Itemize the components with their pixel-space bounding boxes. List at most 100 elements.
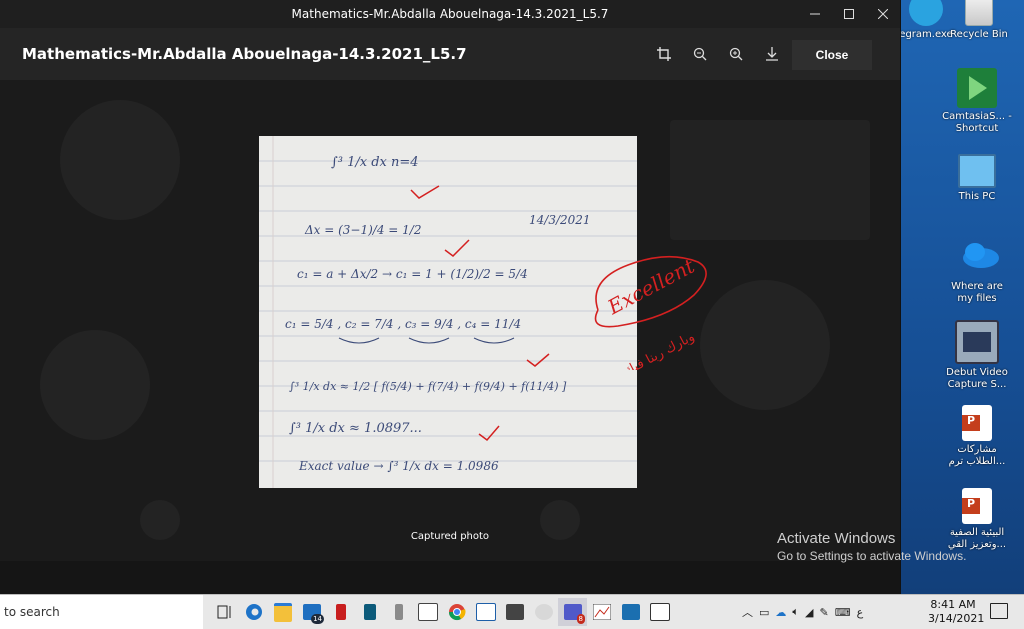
chart-app-icon [592, 604, 611, 620]
task-view-button[interactable] [210, 598, 239, 626]
volume-icon[interactable]: 🔈︎ [792, 605, 799, 619]
app-button[interactable] [326, 598, 355, 626]
chrome-button[interactable] [442, 598, 471, 626]
app-button[interactable] [645, 598, 674, 626]
crop-button[interactable] [650, 42, 678, 66]
background-shape [40, 330, 150, 440]
network-icon[interactable]: ◢ [805, 606, 813, 619]
mail-badge: 14 [311, 614, 324, 624]
photo-stage: ∫³ 1/x dx n=4 14/3/2021 Δx = (3−1)/4 = 1… [0, 80, 900, 594]
desktop-icon-label: مشاركات الطلاب ترم... [948, 444, 1006, 467]
camtasia-icon [957, 68, 997, 108]
edge-button[interactable] [239, 598, 268, 626]
background-shape [60, 100, 180, 220]
minimize-button[interactable] [798, 0, 832, 28]
download-button[interactable] [758, 42, 786, 66]
zoom-in-button[interactable] [722, 42, 750, 66]
keyboard-icon[interactable]: ⌨ [835, 606, 851, 619]
download-icon [766, 47, 778, 61]
powerpoint-icon: P [962, 488, 992, 524]
math-line-3: c₁ = a + Δx/2 → c₁ = 1 + (1/2)/2 = 5/4 [297, 267, 528, 281]
system-tray: ︿ ▭ ☁ 🔈︎ ◢ ✎ ⌨ ع [742, 595, 863, 629]
window-titlebar: Mathematics-Mr.Abdalla Abouelnaga-14.3.2… [0, 0, 900, 28]
close-window-button[interactable] [866, 0, 900, 28]
teams-button[interactable]: 8 [558, 598, 587, 626]
math-line-7: Exact value → ∫³ 1/x dx = 1.0986 [298, 459, 499, 473]
viewer-toolbar [650, 42, 786, 66]
crop-icon [657, 47, 671, 61]
desktop-icon-camtasia[interactable]: CamtasiaS... - Shortcut [942, 68, 1012, 135]
usb-drive-icon [394, 604, 403, 620]
zoom-in-icon [729, 47, 743, 61]
edge-icon [245, 604, 262, 620]
teams-badge: 8 [576, 614, 585, 624]
taskbar-clock[interactable]: 8:41 AM 3/14/2021 [928, 598, 984, 626]
book-icon [363, 604, 376, 620]
app-button[interactable] [413, 598, 442, 626]
desktop-icon-onedrive[interactable]: Where are my files [942, 238, 1012, 305]
desktop-icon-this-pc[interactable]: This PC [942, 154, 1012, 203]
onedrive-icon [957, 238, 999, 278]
zoom-out-icon [693, 47, 707, 61]
viewer-header: Mathematics-Mr.Abdalla Abouelnaga-14.3.2… [0, 28, 900, 80]
mail-button[interactable]: 14 [297, 598, 326, 626]
desktop-icon-label: This PC [958, 191, 996, 202]
app-button[interactable] [529, 598, 558, 626]
math-line-5: ∫³ 1/x dx ≈ 1/2 [ f(5/4) + f(7/4) + f(9/… [289, 380, 567, 393]
desktop-icon-ppt-1[interactable]: P مشاركات الطلاب ترم... [942, 405, 1012, 468]
battery-icon[interactable]: ▭ [759, 606, 769, 619]
recycle-bin-icon [965, 0, 993, 26]
zoom-out-button[interactable] [686, 42, 714, 66]
app-button[interactable] [587, 598, 616, 626]
this-pc-icon [958, 154, 996, 188]
pen-icon[interactable]: ✎ [819, 606, 828, 619]
show-hidden-icons-icon[interactable]: ︿ [742, 604, 753, 620]
teacher-annotation: Excellent وبارك ربنا فيك [594, 253, 707, 370]
maximize-icon [844, 9, 854, 19]
taskbar: to search 14 8 ︿ ▭ ☁ 🔈︎ ◢ ✎ ⌨ ع 8:41 AM … [0, 594, 1024, 629]
app-button[interactable] [471, 598, 500, 626]
math-line-1: ∫³ 1/x dx n=4 [331, 155, 419, 170]
paint-icon [534, 604, 553, 620]
taskbar-search[interactable]: to search [0, 595, 203, 629]
settings-app-icon [475, 603, 496, 621]
chrome-icon [448, 604, 466, 621]
close-button[interactable]: Close [792, 40, 872, 70]
app-button[interactable] [355, 598, 384, 626]
activate-windows-watermark: Activate Windows Go to Settings to activ… [777, 530, 966, 563]
input-language[interactable]: ع [857, 606, 864, 619]
math-line-6: ∫³ 1/x dx ≈ 1.0897... [289, 421, 422, 436]
handwritten-date: 14/3/2021 [529, 213, 591, 227]
window-controls [798, 0, 900, 28]
background-shape [670, 120, 870, 240]
viewer-bottom-strip [0, 561, 900, 594]
desktop-icon-debut[interactable]: Debut Video Capture S... [942, 320, 1012, 391]
whiteboard-icon [417, 603, 438, 621]
app-icon [335, 604, 346, 620]
math-line-2: Δx = (3−1)/4 = 1/2 [304, 223, 421, 237]
desktop-icon-recycle-bin[interactable]: Recycle Bin [944, 0, 1014, 41]
desktop-icon-label: Where are my files [951, 281, 1003, 304]
photo-viewer-window: Mathematics-Mr.Abdalla Abouelnaga-14.3.2… [0, 0, 901, 594]
task-view-icon [217, 605, 230, 619]
notification-center-icon[interactable] [990, 603, 1008, 619]
activate-title: Activate Windows [777, 530, 896, 547]
teacher-comment-english: Excellent [603, 253, 699, 319]
close-icon [878, 9, 888, 19]
store-button[interactable] [500, 598, 529, 626]
app-button[interactable] [616, 598, 645, 626]
powerpoint-icon: P [962, 405, 992, 441]
desktop: egram.exe Recycle Bin CamtasiaS... - Sho… [899, 0, 1024, 594]
file-explorer-button[interactable] [268, 598, 297, 626]
teacher-comment-arabic: وبارك ربنا فيك [621, 330, 697, 370]
onedrive-tray-icon[interactable]: ☁ [775, 606, 786, 619]
app-button[interactable] [384, 598, 413, 626]
activate-subtitle: Go to Settings to activate Windows. [777, 549, 967, 563]
minimize-icon [810, 13, 820, 15]
maximize-button[interactable] [832, 0, 866, 28]
desktop-icon-label: Recycle Bin [950, 29, 1008, 40]
desktop-icon-label: Debut Video Capture S... [946, 367, 1008, 390]
debut-video-icon [955, 320, 999, 364]
taskbar-apps: 14 8 [210, 598, 674, 626]
document-title: Mathematics-Mr.Abdalla Abouelnaga-14.3.2… [22, 45, 467, 63]
